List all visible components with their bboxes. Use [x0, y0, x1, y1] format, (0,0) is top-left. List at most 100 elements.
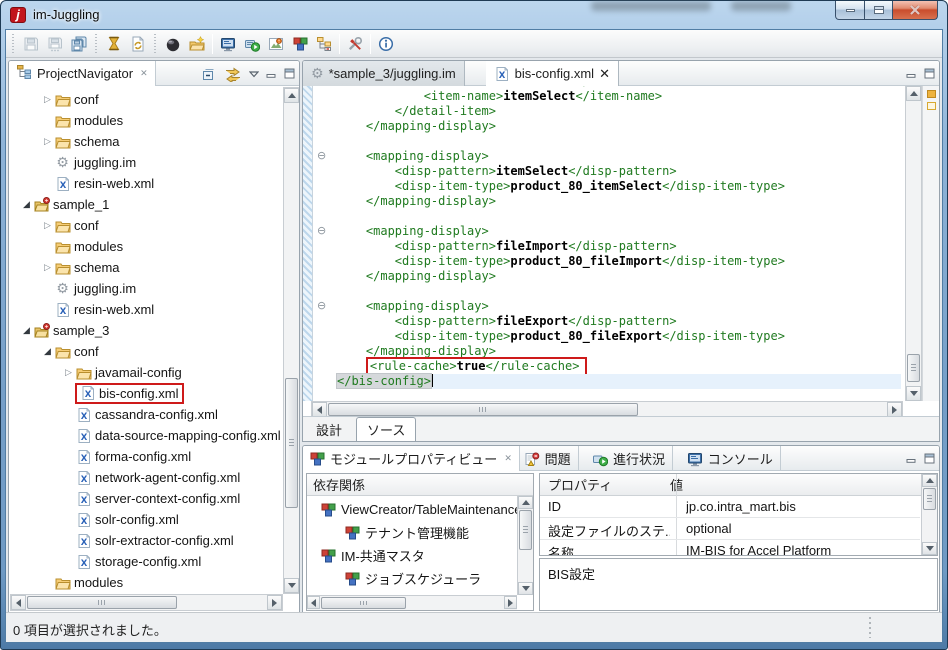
dependency-hscrollbar[interactable] — [307, 595, 517, 610]
close-button[interactable] — [892, 1, 938, 20]
refresh-config-file-button[interactable] — [126, 32, 150, 56]
editor-text[interactable]: <item-name>itemSelect</item-name> <item-… — [333, 86, 901, 401]
expander-closed-icon[interactable]: ▷ — [62, 368, 75, 378]
tree-item-modules[interactable]: modules — [10, 110, 123, 131]
view-tab-コンソール[interactable]: コンソール — [680, 446, 781, 471]
tree-item-modules[interactable]: modules — [10, 236, 123, 257]
overview-annotation-marker[interactable] — [927, 90, 936, 98]
tab-project-navigator[interactable]: ProjectNavigator ✕ — [9, 61, 156, 86]
save-button[interactable] — [19, 32, 43, 56]
editor-line[interactable]: </detail-item> — [337, 104, 901, 119]
tree-item-juggling-im[interactable]: ⚙juggling.im — [10, 278, 136, 299]
statusbar-grip[interactable] — [868, 617, 873, 638]
tree-item-resin-web-xml[interactable]: Xresin-web.xml — [10, 173, 154, 194]
tree-item-juggling-im[interactable]: ⚙juggling.im — [10, 152, 136, 173]
tree-item-forma-config-xml[interactable]: Xforma-config.xml — [10, 446, 191, 467]
editor-line[interactable]: <disp-item-type>product_80_fileImport</d… — [337, 254, 901, 269]
editor-line[interactable]: <mapping-display> — [337, 299, 901, 314]
editor-overview-ruler[interactable] — [922, 86, 939, 401]
dependency-item[interactable]: テナント管理機能 — [307, 521, 469, 544]
module-cubes-button[interactable] — [288, 32, 312, 56]
editor-line[interactable]: <mapping-display> — [337, 149, 901, 164]
tree-item-bis-config-xml[interactable]: Xbis-config.xml — [10, 383, 184, 404]
hierarchy-view-button[interactable] — [312, 32, 336, 56]
editor-line[interactable] — [337, 134, 901, 149]
editor-line[interactable]: <disp-item-type>product_80_itemSelect</d… — [337, 179, 901, 194]
dependency-item[interactable]: ジョブスケジューラ — [307, 567, 481, 590]
editor-line[interactable]: <rule-cache>true</rule-cache> — [337, 359, 901, 374]
view-tab-モジュールプロパティビュー[interactable]: モジュールプロパティビュー✕ — [303, 446, 520, 471]
editor-line[interactable]: <disp-pattern>itemSelect</disp-pattern> — [337, 164, 901, 179]
tree-item-schema[interactable]: ▷schema — [10, 257, 120, 278]
maximize-view-button[interactable] — [924, 453, 935, 464]
editor-tab--sample-3-juggling-im[interactable]: ⚙*sample_3/juggling.im — [303, 61, 465, 86]
minimize-view-button[interactable] — [266, 68, 277, 79]
tree-item-cassandra-config-xml[interactable]: Xcassandra-config.xml — [10, 404, 218, 425]
editor-line[interactable]: <disp-item-type>product_80_fileExport</d… — [337, 329, 901, 344]
new-project-folder-button[interactable] — [185, 32, 209, 56]
tree-item-javamail-config[interactable]: ▷javamail-config — [10, 362, 182, 383]
minimize-button[interactable] — [835, 1, 865, 20]
editor-line[interactable]: </mapping-display> — [337, 269, 901, 284]
tree-item-sample-1[interactable]: ◢sample_1 — [10, 194, 109, 215]
fold-collapse-icon[interactable]: ⊖ — [317, 150, 329, 162]
expander-open-icon[interactable]: ◢ — [20, 200, 33, 210]
tree-item-server-context-config-xml[interactable]: Xserver-context-config.xml — [10, 488, 240, 509]
console-monitor-button[interactable] — [216, 32, 240, 56]
maximize-view-button[interactable] — [284, 68, 295, 79]
editor-tab-bis-config-xml[interactable]: Xbis-config.xml✕ — [486, 61, 619, 86]
minimize-view-button[interactable] — [906, 68, 917, 79]
xml-editor[interactable]: ⊖ ⊖ ⊖ <item-name>itemSelect</item-name> <i… — [303, 86, 939, 401]
view-menu-button[interactable] — [249, 70, 259, 78]
editor-line[interactable]: </mapping-display> — [337, 119, 901, 134]
save-all-button[interactable] — [67, 32, 91, 56]
collapse-all-button[interactable] — [200, 66, 217, 82]
property-row-id[interactable]: IDjp.co.intra_mart.bis — [540, 496, 920, 518]
property-row--[interactable]: 名称IM-BIS for Accel Platform — [540, 540, 920, 555]
tree-item-solr-config-xml[interactable]: Xsolr-config.xml — [10, 509, 179, 530]
maximize-view-button[interactable] — [924, 68, 935, 79]
editor-line-current[interactable]: </bis-config> — [337, 374, 901, 389]
tree-item-solr-extractor-config-xml[interactable]: Xsolr-extractor-config.xml — [10, 530, 234, 551]
editor-line[interactable]: <mapping-display> — [337, 224, 901, 239]
tree-item-sample-3[interactable]: ◢sample_3 — [10, 320, 109, 341]
tree-item-network-agent-config-xml[interactable]: Xnetwork-agent-config.xml — [10, 467, 240, 488]
dependency-item[interactable]: IM-共通マスタ — [307, 544, 425, 567]
image-warning-button[interactable] — [264, 32, 288, 56]
view-tab-進行状況[interactable]: 進行状況 — [585, 446, 673, 471]
tree-item-conf[interactable]: ◢conf — [10, 341, 99, 362]
fold-collapse-icon[interactable]: ⊖ — [317, 300, 329, 312]
tab-close-icon[interactable]: ✕ — [502, 454, 512, 464]
tree-item-data-source-mapping-config-xml[interactable]: Xdata-source-mapping-config.xml — [10, 425, 281, 446]
tab-close-icon[interactable]: ✕ — [599, 66, 610, 82]
property-vscrollbar[interactable] — [921, 474, 937, 555]
tree-item-schema[interactable]: ▷schema — [10, 131, 120, 152]
overview-annotation-marker[interactable] — [927, 102, 936, 110]
page-tab-design[interactable]: 設計 — [306, 417, 352, 441]
expander-open-icon[interactable]: ◢ — [20, 326, 33, 336]
editor-line[interactable]: <item-name>itemSelect</item-name> — [337, 89, 901, 104]
import-juggling-config-button[interactable] — [102, 32, 126, 56]
editor-line[interactable]: <disp-pattern>fileExport</disp-pattern> — [337, 314, 901, 329]
navigator-tab-close-icon[interactable]: ✕ — [138, 69, 148, 79]
save-as-button[interactable] — [43, 32, 67, 56]
editor-line[interactable]: <disp-pattern>fileImport</disp-pattern> — [337, 239, 901, 254]
navigator-vscrollbar[interactable] — [283, 87, 300, 594]
dependency-item[interactable]: ViewCreator/TableMaintenance — [307, 498, 517, 521]
navigator-hscrollbar[interactable] — [10, 594, 283, 611]
maximize-button[interactable] — [864, 1, 893, 20]
fold-collapse-icon[interactable]: ⊖ — [317, 225, 329, 237]
expander-closed-icon[interactable]: ▷ — [41, 263, 54, 273]
minimize-view-button[interactable] — [906, 453, 917, 464]
tools-wrench-button[interactable] — [343, 32, 367, 56]
page-tab-source[interactable]: ソース — [356, 417, 416, 441]
expander-closed-icon[interactable]: ▷ — [41, 221, 54, 231]
editor-vscrollbar[interactable] — [905, 86, 922, 401]
tree-item-conf[interactable]: ▷conf — [10, 215, 99, 236]
expander-open-icon[interactable]: ◢ — [41, 347, 54, 357]
about-info-button[interactable] — [374, 32, 398, 56]
tree-item-modules[interactable]: modules — [10, 572, 123, 593]
juggling-ball-button[interactable] — [161, 32, 185, 56]
tree-item-storage-config-xml[interactable]: Xstorage-config.xml — [10, 551, 201, 572]
link-with-editor-button[interactable] — [224, 66, 242, 82]
